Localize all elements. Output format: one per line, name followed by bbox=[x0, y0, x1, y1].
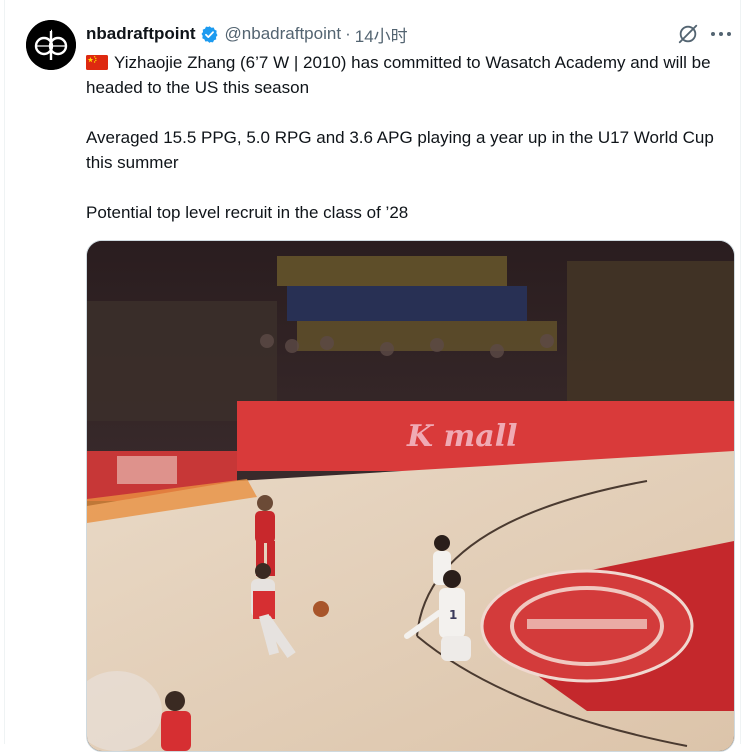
verified-badge-icon bbox=[200, 25, 219, 44]
more-button[interactable] bbox=[708, 22, 734, 46]
tweet-paragraph-1-text: Yizhaojie Zhang (6’7 W | 2010) has commi… bbox=[86, 53, 711, 97]
video-player[interactable]: K mall 1 bbox=[86, 240, 735, 752]
dp-logo-avatar-icon bbox=[26, 20, 76, 70]
header-separator: · bbox=[345, 24, 351, 43]
timestamp[interactable]: 14小时 bbox=[355, 22, 408, 47]
grok-icon bbox=[678, 24, 698, 44]
user-handle[interactable]: @nbadraftpoint bbox=[225, 24, 342, 44]
china-flag-icon bbox=[86, 52, 108, 70]
tweet-text: Yizhaojie Zhang (6’7 W | 2010) has commi… bbox=[86, 50, 726, 225]
timeline-frame: nbadraftpoint @nbadraftpoint · 14小时 Yizh… bbox=[0, 0, 744, 752]
basketball bbox=[313, 601, 329, 617]
court-banner-text: K mall bbox=[406, 419, 518, 454]
tweet[interactable]: nbadraftpoint @nbadraftpoint · 14小时 Yizh… bbox=[4, 0, 741, 752]
tweet-paragraph-2: Averaged 15.5 PPG, 5.0 RPG and 3.6 APG p… bbox=[86, 128, 714, 172]
grok-button[interactable] bbox=[676, 22, 700, 46]
tweet-paragraph-1: Yizhaojie Zhang (6’7 W | 2010) has commi… bbox=[86, 50, 726, 100]
tweet-paragraph-3: Potential top level recruit in the class… bbox=[86, 203, 409, 222]
tweet-header: nbadraftpoint @nbadraftpoint · 14小时 bbox=[86, 22, 408, 46]
basketball-video-thumbnail: K mall 1 bbox=[87, 241, 734, 751]
display-name[interactable]: nbadraftpoint bbox=[86, 24, 196, 44]
more-horizontal-icon bbox=[711, 32, 731, 36]
player-jersey-number: 1 bbox=[449, 608, 457, 622]
avatar[interactable] bbox=[26, 20, 76, 70]
